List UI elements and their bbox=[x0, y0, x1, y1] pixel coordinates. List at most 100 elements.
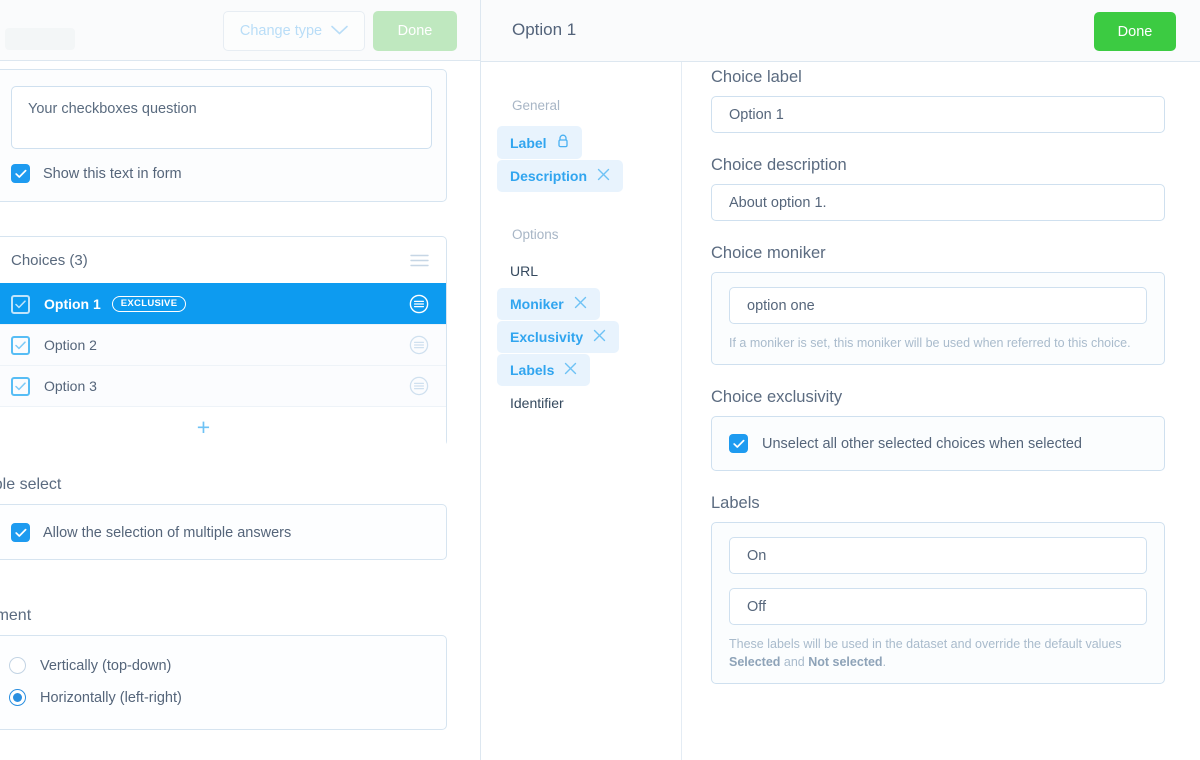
label-on-input[interactable]: On bbox=[729, 537, 1147, 575]
choice-checkbox[interactable] bbox=[11, 335, 30, 355]
choice-row-actions bbox=[409, 294, 429, 314]
right-detail-panel: Option 1 Done General Label Description … bbox=[480, 0, 1200, 760]
alignment-card: Vertically (top-down) Horizontally (left… bbox=[0, 635, 447, 730]
nav-wrap: Exclusivity bbox=[481, 321, 681, 353]
choice-moniker-input[interactable]: option one bbox=[729, 287, 1147, 324]
labels-hint-suffix: . bbox=[882, 655, 887, 670]
choice-checkbox[interactable] bbox=[11, 376, 30, 396]
choices-card: Choices (3) Option 1 EXCLUSIVE Option 2 … bbox=[0, 236, 447, 447]
labels-hint-mid: and bbox=[780, 655, 809, 670]
choice-label-heading: Choice label bbox=[711, 68, 802, 86]
choice-moniker-heading: Choice moniker bbox=[711, 244, 826, 262]
alignment-option-vertical[interactable]: Vertically (top-down) bbox=[9, 657, 171, 674]
left-done-label: Done bbox=[397, 23, 433, 39]
app-screen: Change type Done Your checkboxes questio… bbox=[0, 0, 1200, 760]
nav-item-exclusivity[interactable]: Exclusivity bbox=[497, 321, 620, 353]
show-text-in-form-row[interactable]: Show this text in form bbox=[11, 164, 182, 183]
hamburger-icon[interactable] bbox=[410, 254, 429, 267]
label-off-input[interactable]: Off bbox=[729, 588, 1147, 626]
choice-row-option-3[interactable]: Option 3 bbox=[0, 365, 446, 406]
close-icon[interactable] bbox=[574, 296, 587, 312]
choice-label: Option 3 bbox=[44, 378, 97, 394]
alignment-option-label: Horizontally (left-right) bbox=[40, 689, 182, 706]
close-icon[interactable] bbox=[593, 329, 606, 345]
nav-item-url[interactable]: URL bbox=[497, 255, 551, 287]
allow-multiple-checkbox[interactable] bbox=[11, 523, 30, 542]
nav-group-general-label: General bbox=[512, 98, 561, 113]
nav-group-options-label: Options bbox=[512, 227, 559, 242]
choices-header: Choices (3) bbox=[0, 237, 446, 283]
nav-item-moniker-text: Moniker bbox=[510, 296, 564, 312]
nav-item-label[interactable]: Label bbox=[497, 126, 582, 159]
nav-item-exclusivity-text: Exclusivity bbox=[510, 329, 584, 345]
right-done-button[interactable]: Done bbox=[1094, 12, 1176, 51]
nav-wrap: Description bbox=[481, 160, 681, 192]
choice-moniker-section: Choice moniker option one If a moniker i… bbox=[711, 244, 1165, 366]
circle-menu-icon[interactable] bbox=[409, 294, 429, 314]
nav-wrap: URL bbox=[481, 255, 681, 287]
choice-exclusivity-row[interactable]: Unselect all other selected choices when… bbox=[729, 434, 1147, 454]
nav-wrap: Label bbox=[481, 126, 681, 159]
show-text-in-form-label: Show this text in form bbox=[43, 165, 182, 182]
choice-label-input[interactable]: Option 1 bbox=[711, 96, 1165, 133]
labels-hint: These labels will be used in the dataset… bbox=[729, 635, 1147, 671]
choices-header-label: Choices (3) bbox=[11, 251, 88, 269]
question-text-input[interactable]: Your checkboxes question bbox=[11, 86, 432, 149]
nav-item-description-text: Description bbox=[510, 168, 588, 184]
alignment-option-horizontal[interactable]: Horizontally (left-right) bbox=[9, 689, 182, 706]
choice-row-option-2[interactable]: Option 2 bbox=[0, 324, 446, 365]
choice-checkbox[interactable] bbox=[11, 294, 30, 314]
choice-exclusivity-checkbox[interactable] bbox=[729, 434, 748, 454]
nav-item-description[interactable]: Description bbox=[497, 160, 624, 192]
radio-icon[interactable] bbox=[9, 657, 26, 674]
right-done-label: Done bbox=[1117, 23, 1153, 40]
chevron-down-icon bbox=[331, 23, 348, 39]
allow-multiple-row[interactable]: Allow the selection of multiple answers bbox=[11, 523, 291, 542]
nav-item-identifier-text: Identifier bbox=[510, 395, 564, 411]
question-text-value: Your checkboxes question bbox=[28, 101, 197, 117]
labels-heading: Labels bbox=[711, 494, 760, 513]
close-icon[interactable] bbox=[564, 362, 577, 378]
plus-icon: + bbox=[196, 413, 211, 440]
nav-item-labels-text: Labels bbox=[510, 362, 555, 378]
page-title: Option 1 bbox=[512, 20, 577, 39]
nav-item-label-text: Label bbox=[510, 134, 547, 151]
choice-exclusivity-heading: Choice exclusivity bbox=[711, 388, 843, 407]
left-editor-panel: Change type Done Your checkboxes questio… bbox=[0, 0, 480, 760]
choice-exclusivity-section: Choice exclusivity Unselect all other se… bbox=[711, 388, 1165, 472]
choice-moniker-hint: If a moniker is set, this moniker will b… bbox=[729, 336, 1131, 350]
allow-multiple-label: Allow the selection of multiple answers bbox=[43, 524, 292, 541]
labels-hint-bold-not-selected: Not selected bbox=[808, 655, 883, 670]
nav-item-url-text: URL bbox=[510, 263, 539, 279]
choice-label: Option 2 bbox=[44, 337, 97, 353]
choice-moniker-value: option one bbox=[747, 297, 815, 314]
choice-row-option-1[interactable]: Option 1 EXCLUSIVE bbox=[0, 283, 446, 324]
choice-label-value: Option 1 bbox=[729, 106, 784, 123]
radio-dot bbox=[13, 693, 22, 702]
show-text-in-form-checkbox[interactable] bbox=[11, 164, 30, 183]
change-type-button[interactable]: Change type bbox=[223, 11, 365, 51]
toolbar-ghost-chip bbox=[5, 28, 75, 50]
choice-description-heading: Choice description bbox=[711, 156, 847, 174]
nav-item-moniker[interactable]: Moniker bbox=[497, 288, 600, 320]
choice-moniker-group: option one If a moniker is set, this mon… bbox=[711, 272, 1165, 366]
circle-menu-icon[interactable] bbox=[409, 376, 429, 396]
labels-hint-prefix: These labels will be used in the dataset… bbox=[729, 637, 1122, 652]
left-done-button[interactable]: Done bbox=[373, 11, 457, 51]
nav-item-identifier[interactable]: Identifier bbox=[497, 387, 577, 419]
alignment-option-label: Vertically (top-down) bbox=[40, 657, 172, 674]
choice-label-section: Choice label Option 1 bbox=[711, 68, 1165, 133]
settings-content: Choice label Option 1 Choice description… bbox=[682, 62, 1199, 760]
radio-icon-selected[interactable] bbox=[9, 689, 26, 706]
close-icon[interactable] bbox=[597, 168, 610, 184]
choice-description-value: About option 1. bbox=[729, 194, 827, 211]
labels-hint-bold-selected: Selected bbox=[729, 655, 781, 670]
lock-icon bbox=[557, 134, 569, 151]
choice-description-input[interactable]: About option 1. bbox=[711, 184, 1165, 221]
nav-item-labels[interactable]: Labels bbox=[497, 354, 591, 386]
circle-menu-icon[interactable] bbox=[409, 335, 429, 355]
choice-row-actions bbox=[409, 335, 429, 355]
choice-exclusivity-label: Unselect all other selected choices when… bbox=[762, 435, 1082, 452]
add-choice-button[interactable]: + bbox=[0, 406, 446, 447]
settings-nav: General Label Description Options URL Mo… bbox=[481, 62, 682, 760]
